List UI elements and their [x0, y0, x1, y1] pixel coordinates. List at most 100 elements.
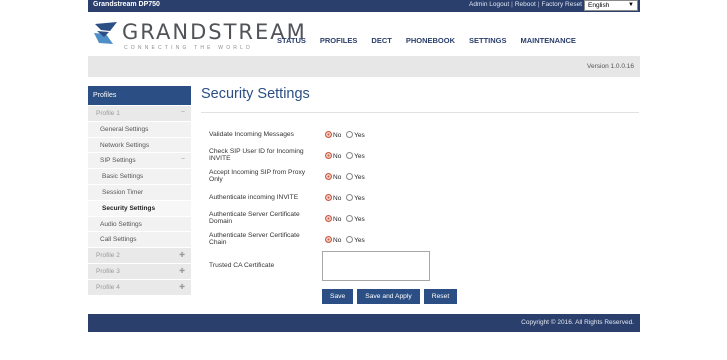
sidebar-item-audio-settings[interactable]: Audio Settings	[88, 215, 191, 232]
nav-phonebook[interactable]: PHONEBOOK	[406, 36, 455, 45]
separator: |	[511, 1, 513, 8]
collapse-icon[interactable]: −	[181, 109, 185, 116]
sidebar-item-profile-3[interactable]: Profile 3 ✚	[88, 262, 191, 279]
radio-yes[interactable]	[346, 194, 354, 201]
sidebar-item-label: Basic Settings	[102, 173, 144, 181]
setting-label: Validate Incoming Messages	[209, 131, 295, 138]
sidebar-title: Profiles	[88, 86, 191, 105]
sidebar-item-security-settings[interactable]: Security Settings	[88, 199, 191, 216]
version-bar: Version 1.0.0.16	[88, 56, 640, 77]
sidebar-item-sip-settings[interactable]: SIP Settings −	[88, 152, 191, 168]
nav-profiles[interactable]: PROFILES	[320, 36, 358, 45]
header: GRANDSTREAM CONNECTING THE WORLD STATUS …	[88, 12, 640, 56]
language-select[interactable]: English ▼	[584, 0, 638, 11]
brand-tagline: CONNECTING THE WORLD	[124, 45, 253, 51]
reset-button[interactable]: Reset	[423, 289, 458, 304]
radio-yes[interactable]	[346, 236, 354, 243]
sidebar: Profiles Profile 1 − General Settings Ne…	[88, 86, 191, 295]
radio-no[interactable]	[325, 215, 332, 222]
setting-label: Check SIP User ID for Incoming INVITE	[209, 148, 304, 163]
divider	[201, 112, 639, 113]
radio-group: No Yes	[325, 194, 368, 202]
sidebar-item-profile-4[interactable]: Profile 4 ✚	[88, 278, 191, 295]
admin-logout-link[interactable]: Admin Logout	[469, 1, 509, 8]
radio-label-yes: Yes	[354, 195, 365, 202]
top-bar: Grandstream DP750 Admin Logout | Reboot | Fa…	[88, 0, 640, 12]
radio-label-yes: Yes	[354, 216, 365, 223]
expand-icon[interactable]: ✚	[179, 283, 185, 291]
footer: Copyright © 2016. All Rights Reserved.	[88, 314, 640, 332]
nav-status[interactable]: STATUS	[277, 36, 306, 45]
sidebar-item-label: SIP Settings	[100, 157, 136, 165]
sidebar-item-label: Call Settings	[100, 236, 137, 244]
radio-group: No Yes	[325, 236, 368, 244]
sidebar-item-label: Audio Settings	[100, 220, 142, 228]
main-nav: STATUS PROFILES DECT PHONEBOOK SETTINGS …	[277, 36, 590, 45]
radio-yes[interactable]	[346, 173, 354, 180]
sidebar-item-label: Profile 2	[96, 252, 120, 260]
sidebar-item-general-settings[interactable]: General Settings	[88, 120, 191, 137]
save-button[interactable]: Save	[322, 289, 354, 304]
radio-label-no: No	[333, 216, 342, 223]
nav-settings[interactable]: SETTINGS	[469, 36, 507, 45]
sidebar-item-label: Profile 4	[96, 283, 120, 291]
main-content: Security Settings	[201, 86, 639, 113]
sidebar-item-label: Profile 3	[96, 267, 120, 275]
radio-no[interactable]	[325, 194, 332, 201]
logo: GRANDSTREAM CONNECTING THE WORLD	[93, 19, 305, 53]
sidebar-item-basic-settings[interactable]: Basic Settings	[88, 168, 191, 184]
sidebar-item-label: Security Settings	[102, 204, 156, 212]
trusted-ca-certificate-field[interactable]	[322, 251, 430, 281]
sidebar-item-label: Network Settings	[100, 141, 150, 149]
firmware-version: Version 1.0.0.16	[587, 63, 634, 70]
device-model: Grandstream DP750	[93, 1, 160, 8]
radio-yes[interactable]	[346, 131, 354, 138]
radio-label-no: No	[333, 174, 342, 181]
radio-no[interactable]	[325, 131, 332, 138]
radio-group: No Yes	[325, 215, 368, 223]
chevron-down-icon: ▼	[628, 2, 634, 8]
separator: |	[537, 1, 540, 8]
collapse-icon[interactable]: −	[181, 156, 185, 163]
sidebar-item-label: General Settings	[100, 125, 149, 133]
sidebar-item-profile-1[interactable]: Profile 1 −	[88, 105, 191, 121]
reboot-link[interactable]: Reboot	[515, 1, 536, 8]
sidebar-item-label: Session Timer	[102, 188, 144, 196]
copyright: Copyright © 2016. All Rights Reserved.	[521, 319, 634, 326]
radio-yes[interactable]	[346, 215, 354, 222]
sidebar-item-network-settings[interactable]: Network Settings	[88, 136, 191, 153]
setting-label: Authenticate Server Certificate Domain	[209, 211, 300, 226]
language-value: English	[588, 2, 610, 9]
setting-label: Accept Incoming SIP from Proxy Only	[209, 169, 306, 184]
factory-reset-link[interactable]: Factory Reset	[542, 1, 582, 8]
radio-group: No Yes	[325, 152, 368, 160]
sidebar-item-call-settings[interactable]: Call Settings	[88, 231, 191, 247]
radio-label-no: No	[333, 237, 342, 244]
radio-label-yes: Yes	[354, 132, 365, 139]
radio-yes[interactable]	[346, 152, 354, 159]
radio-label-yes: Yes	[354, 237, 365, 244]
radio-label-no: No	[333, 132, 342, 139]
expand-icon[interactable]: ✚	[179, 251, 185, 259]
page-title: Security Settings	[201, 86, 310, 102]
save-and-apply-button[interactable]: Save and Apply	[357, 289, 420, 304]
action-buttons: Save Save and Apply Reset	[322, 289, 461, 304]
sidebar-item-session-timer[interactable]: Session Timer	[88, 183, 191, 200]
radio-no[interactable]	[325, 236, 332, 243]
nav-dect[interactable]: DECT	[371, 36, 391, 45]
expand-icon[interactable]: ✚	[179, 267, 185, 275]
sidebar-item-profile-2[interactable]: Profile 2 ✚	[88, 247, 191, 263]
radio-label-yes: Yes	[354, 174, 365, 181]
radio-group: No Yes	[325, 173, 368, 181]
setting-label: Authenticate Server Certificate Chain	[209, 232, 300, 247]
radio-no[interactable]	[325, 173, 332, 180]
radio-label-yes: Yes	[354, 153, 365, 160]
sidebar-item-label: Profile 1	[96, 110, 120, 117]
radio-no[interactable]	[325, 152, 332, 159]
grandstream-logo-icon	[94, 22, 117, 44]
radio-group: No Yes	[325, 131, 368, 139]
top-links: Admin Logout | Reboot | Factory Reset	[469, 1, 582, 8]
setting-label: Trusted CA Certificate	[209, 262, 275, 269]
nav-maintenance[interactable]: MAINTENANCE	[521, 36, 576, 45]
radio-label-no: No	[333, 153, 342, 160]
